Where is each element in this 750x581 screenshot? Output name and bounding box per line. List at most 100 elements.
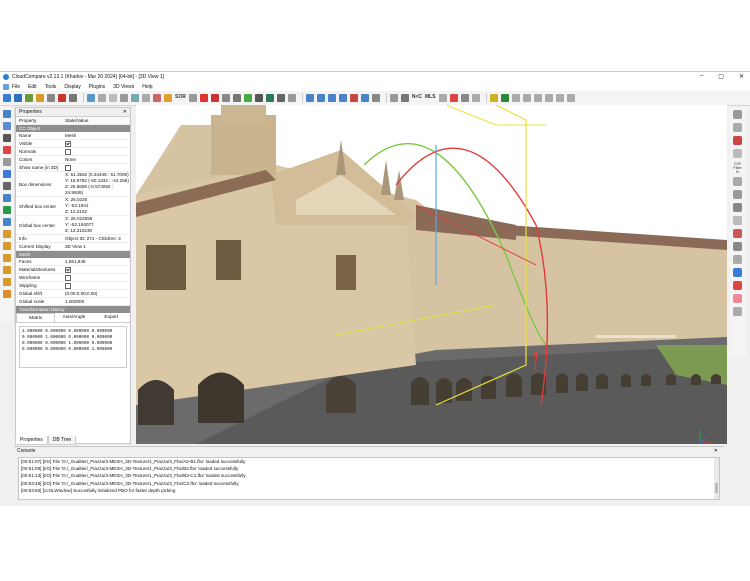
- plugin-icon[interactable]: [733, 110, 742, 119]
- mls-plugin-button[interactable]: MLS: [425, 94, 436, 102]
- stippling-checkbox[interactable]: [65, 282, 71, 289]
- new-3d-view-icon[interactable]: [3, 110, 11, 118]
- pivot-icon[interactable]: [3, 146, 11, 154]
- plugin-icon[interactable]: [389, 94, 398, 102]
- nc-plugin-button[interactable]: N<C: [412, 94, 422, 102]
- plugin-icon[interactable]: [733, 216, 742, 225]
- list-icon[interactable]: [47, 94, 55, 102]
- scalar-field-icon[interactable]: [265, 94, 274, 102]
- current-display-dropdown[interactable]: 3D View 1: [65, 243, 130, 250]
- iso-view-icon[interactable]: [3, 278, 11, 286]
- translate-icon[interactable]: [188, 94, 197, 102]
- plugin-icon[interactable]: [733, 229, 742, 238]
- plugin-icon[interactable]: [733, 281, 742, 290]
- transformation-matrix[interactable]: 1.000000 0.000000 0.000000 0.000000 0.00…: [19, 326, 127, 368]
- plugin-icon[interactable]: [460, 94, 469, 102]
- tab-matrix[interactable]: Matrix: [16, 313, 56, 322]
- edit-icon[interactable]: [25, 94, 33, 102]
- scissors-icon[interactable]: [69, 94, 77, 102]
- tab-properties[interactable]: Properties: [15, 436, 48, 445]
- plugin-icon[interactable]: [733, 203, 742, 212]
- menu-file[interactable]: File: [12, 84, 20, 90]
- plugin-icon[interactable]: [471, 94, 480, 102]
- scroll-thumb[interactable]: [715, 483, 718, 493]
- wireframe-checkbox[interactable]: [65, 274, 71, 281]
- octree-icon[interactable]: [120, 94, 128, 102]
- sf-gradient-icon[interactable]: [276, 94, 285, 102]
- top-view-icon[interactable]: [3, 242, 11, 250]
- delete-icon[interactable]: [58, 94, 66, 102]
- view-top-icon[interactable]: [327, 94, 336, 102]
- subsample-icon[interactable]: [98, 94, 106, 102]
- view-back-icon[interactable]: [316, 94, 325, 102]
- view-left-icon[interactable]: [349, 94, 358, 102]
- name-value[interactable]: Mesh: [65, 132, 130, 139]
- shader-icon[interactable]: [555, 94, 564, 102]
- show-name-checkbox[interactable]: [65, 164, 71, 171]
- zoom-icon[interactable]: [3, 194, 11, 202]
- arrows-icon[interactable]: [3, 182, 11, 190]
- sor-filter-button[interactable]: SOR: [175, 94, 186, 102]
- zoom-out-icon[interactable]: [3, 218, 11, 226]
- plugin-icon[interactable]: [733, 307, 742, 316]
- folder-icon[interactable]: [36, 94, 44, 102]
- rotate-icon[interactable]: [3, 158, 11, 166]
- compass-icon[interactable]: [733, 136, 742, 145]
- tab-axis-angle[interactable]: Axis/Angle: [55, 313, 92, 322]
- rgb-icon[interactable]: [500, 94, 509, 102]
- sphere-icon[interactable]: [371, 94, 380, 102]
- close-panel-icon[interactable]: ✕: [123, 108, 127, 116]
- tab-db-tree[interactable]: DB Tree: [47, 436, 77, 445]
- menu-tools[interactable]: Tools: [45, 84, 57, 90]
- open-file-icon[interactable]: [3, 94, 11, 102]
- minimize-button[interactable]: –: [700, 73, 703, 80]
- plugin-icon[interactable]: [733, 268, 742, 277]
- plugin-icon[interactable]: [400, 94, 409, 102]
- color-scale-icon[interactable]: [489, 94, 498, 102]
- distance-icon[interactable]: [153, 94, 161, 102]
- plugin-icon[interactable]: [733, 294, 742, 303]
- cross-section-icon[interactable]: [210, 94, 219, 102]
- menu-plugins[interactable]: Plugins: [89, 84, 105, 90]
- save-file-icon[interactable]: [14, 94, 22, 102]
- menu-3d-views[interactable]: 3D Views: [113, 84, 134, 90]
- iso-view-2-icon[interactable]: [3, 290, 11, 298]
- zoom-fit-icon[interactable]: [3, 206, 11, 214]
- plugin-icon[interactable]: [733, 177, 742, 186]
- split-icon[interactable]: [232, 94, 241, 102]
- bar-icon[interactable]: [254, 94, 263, 102]
- side-view-icon[interactable]: [3, 254, 11, 262]
- filter-icon[interactable]: [164, 94, 172, 102]
- view-front-icon[interactable]: [305, 94, 314, 102]
- plugin-icon[interactable]: [438, 94, 447, 102]
- perspective-icon[interactable]: [3, 134, 11, 142]
- segment-icon[interactable]: [199, 94, 208, 102]
- 3d-view-canvas[interactable]: [136, 105, 727, 444]
- console-log[interactable]: [00:51:07] [I/O] File 'D:/_Gualtieri_Pia…: [18, 457, 720, 500]
- register-icon[interactable]: [142, 94, 150, 102]
- csf-filter-label[interactable]: CSF Filter: [729, 162, 746, 170]
- colors-dropdown[interactable]: None: [65, 156, 130, 163]
- align-icon[interactable]: [131, 94, 139, 102]
- shader-icon[interactable]: [533, 94, 542, 102]
- view-bottom-icon[interactable]: [338, 94, 347, 102]
- menu-display[interactable]: Display: [64, 84, 80, 90]
- merge-icon[interactable]: [221, 94, 230, 102]
- maximize-button[interactable]: ▢: [718, 73, 724, 80]
- console-scrollbar[interactable]: [714, 458, 719, 499]
- light-icon[interactable]: [3, 170, 11, 178]
- plugin-icon[interactable]: [733, 242, 742, 251]
- front-view-icon[interactable]: [3, 230, 11, 238]
- tab-export[interactable]: Export: [93, 313, 130, 322]
- shader-icon[interactable]: [544, 94, 553, 102]
- plugin-icon[interactable]: [733, 190, 742, 199]
- normals-icon[interactable]: [109, 94, 117, 102]
- shader-icon[interactable]: [522, 94, 531, 102]
- mdi-window-icon[interactable]: [3, 83, 9, 90]
- menu-help[interactable]: Help: [142, 84, 152, 90]
- plugin-icon[interactable]: [733, 123, 742, 132]
- camera-icon[interactable]: [3, 122, 11, 130]
- plugin-icon[interactable]: [733, 149, 742, 158]
- menu-edit[interactable]: Edit: [28, 84, 37, 90]
- shader-icon[interactable]: [511, 94, 520, 102]
